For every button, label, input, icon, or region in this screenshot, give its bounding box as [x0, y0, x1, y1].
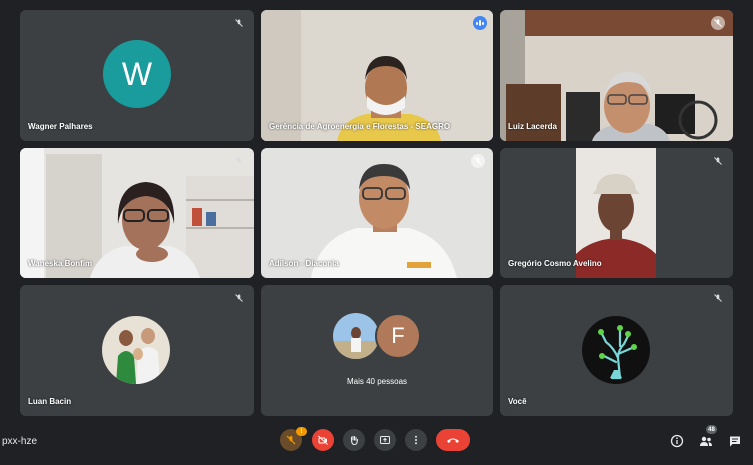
more-options-button[interactable] — [405, 429, 427, 451]
participant-name: Você — [508, 397, 527, 406]
mic-warning-badge: ! — [296, 427, 307, 436]
chat-icon — [730, 436, 740, 447]
participant-tile-wagner[interactable]: W Wagner Palhares — [20, 10, 254, 141]
leave-call-button[interactable] — [436, 429, 470, 451]
participant-name: Luan Bacin — [28, 397, 72, 406]
more-options-icon — [415, 435, 417, 445]
people-button[interactable] — [698, 433, 714, 449]
participant-name: Gerência de Agroenergia e Florestas - SE… — [269, 122, 451, 131]
present-screen-button[interactable] — [374, 429, 396, 451]
meeting-code: pxx-hze — [2, 436, 38, 447]
participant-grid: W Wagner Palhares Gerência de Agroenergi… — [0, 0, 753, 425]
mic-muted-icon — [232, 291, 246, 305]
people-count-badge: 48 — [706, 425, 717, 434]
speaking-indicator-icon — [473, 16, 487, 30]
participant-name: Luiz Lacerda — [508, 122, 557, 131]
mic-muted-icon — [711, 154, 725, 168]
mic-muted-icon — [232, 16, 246, 30]
mic-muted-icon — [232, 154, 246, 168]
camera-off-icon — [318, 435, 328, 445]
mic-off-icon — [286, 435, 296, 445]
participant-tile-luan[interactable]: Luan Bacin — [20, 285, 254, 416]
avatar — [102, 316, 170, 384]
participant-tile-seagro[interactable]: Gerência de Agroenergia e Florestas - SE… — [261, 10, 493, 141]
participant-tile-luiz[interactable]: Luiz Lacerda — [500, 10, 733, 141]
hang-up-icon — [447, 438, 459, 443]
participant-name: Gregório Cosmo Avelino — [508, 259, 602, 268]
avatar — [333, 313, 379, 359]
more-participants-label: Mais 40 pessoas — [346, 377, 408, 386]
raise-hand-icon — [350, 435, 359, 446]
participant-tile-waneska[interactable]: Waneska Bonfim — [20, 148, 254, 278]
avatar — [582, 316, 650, 384]
present-screen-icon — [380, 436, 390, 444]
participant-tile-adilson[interactable]: Adilson - Diaconia — [261, 148, 493, 278]
participant-name: Adilson - Diaconia — [269, 259, 339, 268]
raise-hand-button[interactable] — [343, 429, 365, 451]
mic-muted-icon — [471, 154, 485, 168]
avatar: W — [103, 40, 171, 108]
participant-tile-gregorio[interactable]: Gregório Cosmo Avelino — [500, 148, 733, 278]
people-icon — [700, 436, 712, 446]
camera-toggle-button[interactable] — [312, 429, 334, 451]
meeting-info-button[interactable] — [669, 433, 685, 449]
participant-name: Waneska Bonfim — [28, 259, 93, 268]
participant-tile-others[interactable]: F Mais 40 pessoas — [261, 285, 493, 416]
participant-name: Wagner Palhares — [28, 122, 93, 131]
meeting-toolbar: pxx-hze ! 48 — [0, 425, 753, 465]
participant-tile-self[interactable]: Você — [500, 285, 733, 416]
avatar: F — [375, 313, 421, 359]
mic-muted-icon — [711, 16, 725, 30]
mic-muted-icon — [711, 291, 725, 305]
chat-button[interactable] — [727, 433, 743, 449]
info-icon — [670, 434, 684, 448]
